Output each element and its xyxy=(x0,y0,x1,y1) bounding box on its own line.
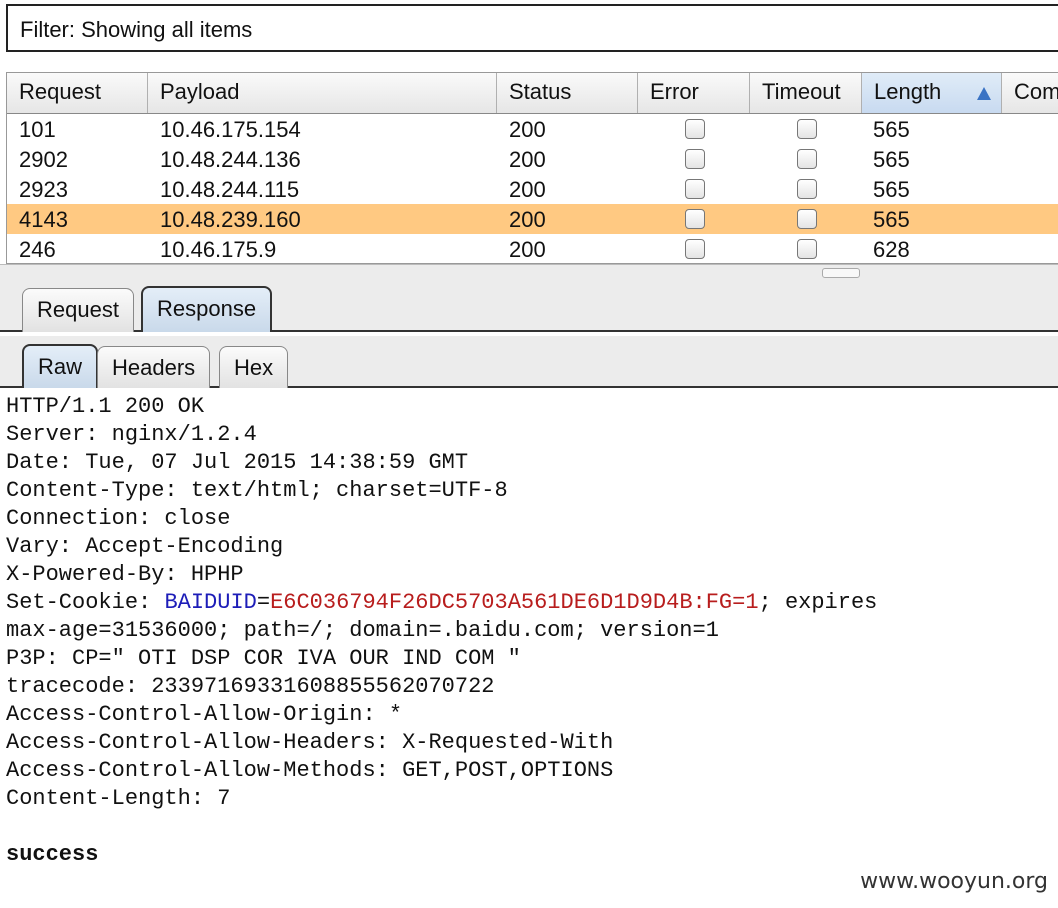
table-row[interactable]: 2923 10.48.244.115 200 565 xyxy=(7,174,1058,204)
response-line: Access-Control-Allow-Origin: * xyxy=(6,702,403,727)
message-tab-bar: Request Response xyxy=(0,278,1058,332)
sort-ascending-icon xyxy=(977,87,991,100)
filter-text: Filter: Showing all items xyxy=(20,17,253,42)
cell-payload: 10.48.239.160 xyxy=(160,207,301,232)
cell-request: 2923 xyxy=(19,177,68,202)
column-header-comment[interactable]: Com xyxy=(1002,73,1058,113)
cell-status: 200 xyxy=(509,147,546,172)
cell-request: 2902 xyxy=(19,147,68,172)
column-header-length[interactable]: Length xyxy=(862,73,1002,113)
response-line: Content-Type: text/html; charset=UTF-8 xyxy=(6,478,508,503)
cookie-value: E6C036794F26DC5703A561DE6D1D9D4B:FG=1 xyxy=(270,590,759,615)
timeout-checkbox[interactable] xyxy=(797,179,817,199)
table-row[interactable]: 2902 10.48.244.136 200 565 xyxy=(7,144,1058,174)
filter-bar[interactable]: Filter: Showing all items xyxy=(6,4,1058,52)
cookie-header-prefix: Set-Cookie: xyxy=(6,590,165,615)
timeout-checkbox[interactable] xyxy=(797,119,817,139)
response-line: P3P: CP=" OTI DSP COR IVA OUR IND COM " xyxy=(6,646,521,671)
response-raw-text[interactable]: HTTP/1.1 200 OK Server: nginx/1.2.4 Date… xyxy=(0,388,1058,908)
cell-request: 246 xyxy=(19,237,56,262)
response-line: Content-Length: 7 xyxy=(6,786,231,811)
column-header-status[interactable]: Status xyxy=(497,73,638,113)
cell-length: 565 xyxy=(873,147,910,172)
results-table[interactable]: Request Payload Status Error Timeout Len… xyxy=(6,72,1058,264)
column-header-length-label: Length xyxy=(874,79,942,104)
tab-headers[interactable]: Headers xyxy=(97,346,211,388)
response-line: HTTP/1.1 200 OK xyxy=(6,394,205,419)
response-line: X-Powered-By: HPHP xyxy=(6,562,244,587)
response-line: Vary: Accept-Encoding xyxy=(6,534,284,559)
tab-raw[interactable]: Raw xyxy=(22,344,99,388)
response-line: Server: nginx/1.2.4 xyxy=(6,422,257,447)
tab-request[interactable]: Request xyxy=(22,288,134,332)
column-header-request[interactable]: Request xyxy=(7,73,148,113)
response-line: max-age=31536000; path=/; domain=.baidu.… xyxy=(6,618,719,643)
response-line: tracecode: 23397169331608855562070722 xyxy=(6,674,495,699)
error-checkbox[interactable] xyxy=(685,149,705,169)
table-row[interactable]: 101 10.46.175.154 200 565 xyxy=(7,114,1058,144)
timeout-checkbox[interactable] xyxy=(797,209,817,229)
table-row[interactable]: 246 10.46.175.9 200 628 xyxy=(7,234,1058,263)
cell-payload: 10.48.244.115 xyxy=(160,177,300,202)
cookie-equals: = xyxy=(256,590,271,615)
table-row-selected[interactable]: 4143 10.48.239.160 200 565 xyxy=(7,204,1058,234)
cell-length: 565 xyxy=(873,117,910,142)
cell-status: 200 xyxy=(509,177,546,202)
response-line: Date: Tue, 07 Jul 2015 14:38:59 GMT xyxy=(6,450,469,475)
response-line: Connection: close xyxy=(6,506,231,531)
cell-payload: 10.46.175.9 xyxy=(160,237,277,262)
cell-request: 101 xyxy=(19,117,56,142)
tab-response[interactable]: Response xyxy=(141,286,273,332)
error-checkbox[interactable] xyxy=(685,209,705,229)
cell-status: 200 xyxy=(509,117,546,142)
column-header-timeout[interactable]: Timeout xyxy=(750,73,862,113)
tab-hex[interactable]: Hex xyxy=(219,346,289,388)
divider-grip-icon[interactable] xyxy=(822,268,860,278)
cell-status: 200 xyxy=(509,237,546,262)
error-checkbox[interactable] xyxy=(685,179,705,199)
view-tab-bar: Raw Headers Hex xyxy=(0,336,1058,388)
split-pane-divider[interactable] xyxy=(0,264,1058,279)
cell-length: 565 xyxy=(873,207,910,232)
cell-request: 4143 xyxy=(19,207,68,232)
timeout-checkbox[interactable] xyxy=(797,239,817,259)
set-cookie-line: Set-Cookie: BAIDUID=E6C036794F26DC5703A5… xyxy=(6,590,877,615)
watermark: www.wooyun.org xyxy=(860,869,1048,894)
cell-payload: 10.46.175.154 xyxy=(160,117,301,142)
cell-status: 200 xyxy=(509,207,546,232)
error-checkbox[interactable] xyxy=(685,239,705,259)
column-header-error[interactable]: Error xyxy=(638,73,750,113)
table-header: Request Payload Status Error Timeout Len… xyxy=(7,73,1058,114)
cookie-name: BAIDUID xyxy=(164,590,257,615)
column-header-payload[interactable]: Payload xyxy=(148,73,497,113)
error-checkbox[interactable] xyxy=(685,119,705,139)
cell-length: 565 xyxy=(873,177,910,202)
cell-length: 628 xyxy=(873,237,910,262)
cookie-rest: ; expires xyxy=(758,590,878,615)
cell-payload: 10.48.244.136 xyxy=(160,147,301,172)
timeout-checkbox[interactable] xyxy=(797,149,817,169)
response-body: success xyxy=(6,842,99,867)
response-line: Access-Control-Allow-Methods: GET,POST,O… xyxy=(6,758,614,783)
response-line: Access-Control-Allow-Headers: X-Requeste… xyxy=(6,730,614,755)
